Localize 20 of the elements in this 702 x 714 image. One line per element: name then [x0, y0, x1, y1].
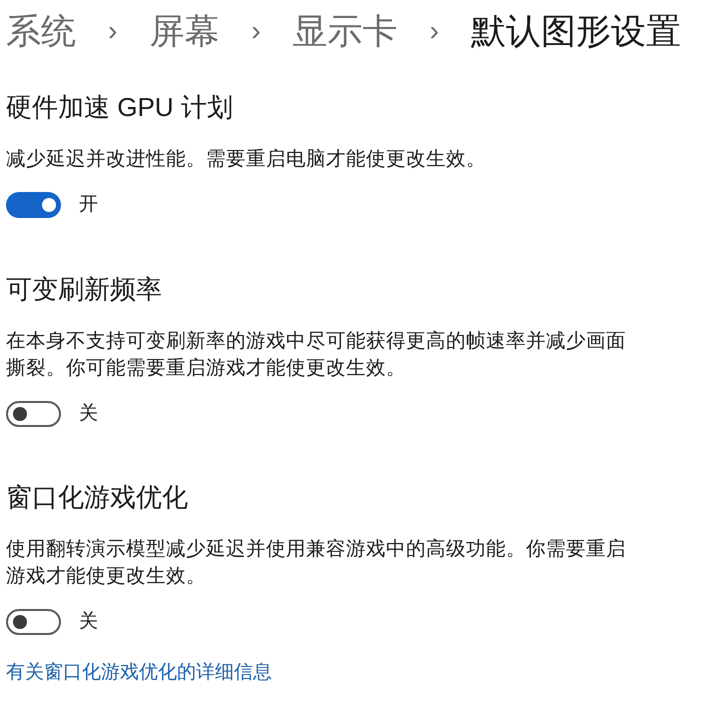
- toggle-label: 关: [79, 610, 98, 634]
- breadcrumb-link[interactable]: 显示卡: [292, 14, 398, 48]
- breadcrumb-separator: ›: [428, 14, 440, 48]
- breadcrumb-link[interactable]: 系统: [6, 14, 76, 48]
- page-title: 默认图形设置: [470, 14, 681, 48]
- toggle-switch[interactable]: [6, 400, 61, 427]
- section-heading: 窗口化游戏优化: [6, 481, 189, 514]
- help-link[interactable]: 有关窗口化游戏优化的详细信息: [6, 658, 702, 687]
- breadcrumb-separator: ›: [250, 14, 262, 48]
- toggle-switch[interactable]: [6, 192, 61, 218]
- toggle-label: 开: [79, 193, 98, 217]
- toggle-label: 关: [79, 402, 98, 426]
- breadcrumb-separator: ›: [107, 14, 118, 48]
- toggle-switch[interactable]: [6, 609, 61, 636]
- setting-description: 使用翻转演示模型减少延迟并使用兼容游戏中的高级功能。你需要重启游戏才能使更改生效。: [6, 537, 627, 589]
- section-heading: 硬件加速 GPU 计划: [6, 91, 234, 124]
- breadcrumb-link[interactable]: 屏幕: [149, 14, 220, 48]
- setting-description: 在本身不支持可变刷新率的游戏中尽可能获得更高的帧速率并减少画面撕裂。你可能需要重启游戏才能使更改生效。: [6, 328, 627, 380]
- setting-description: 减少延迟并改进性能。需要重启电脑才能使更改生效。: [6, 147, 487, 172]
- section-heading: 可变刷新频率: [6, 272, 163, 306]
